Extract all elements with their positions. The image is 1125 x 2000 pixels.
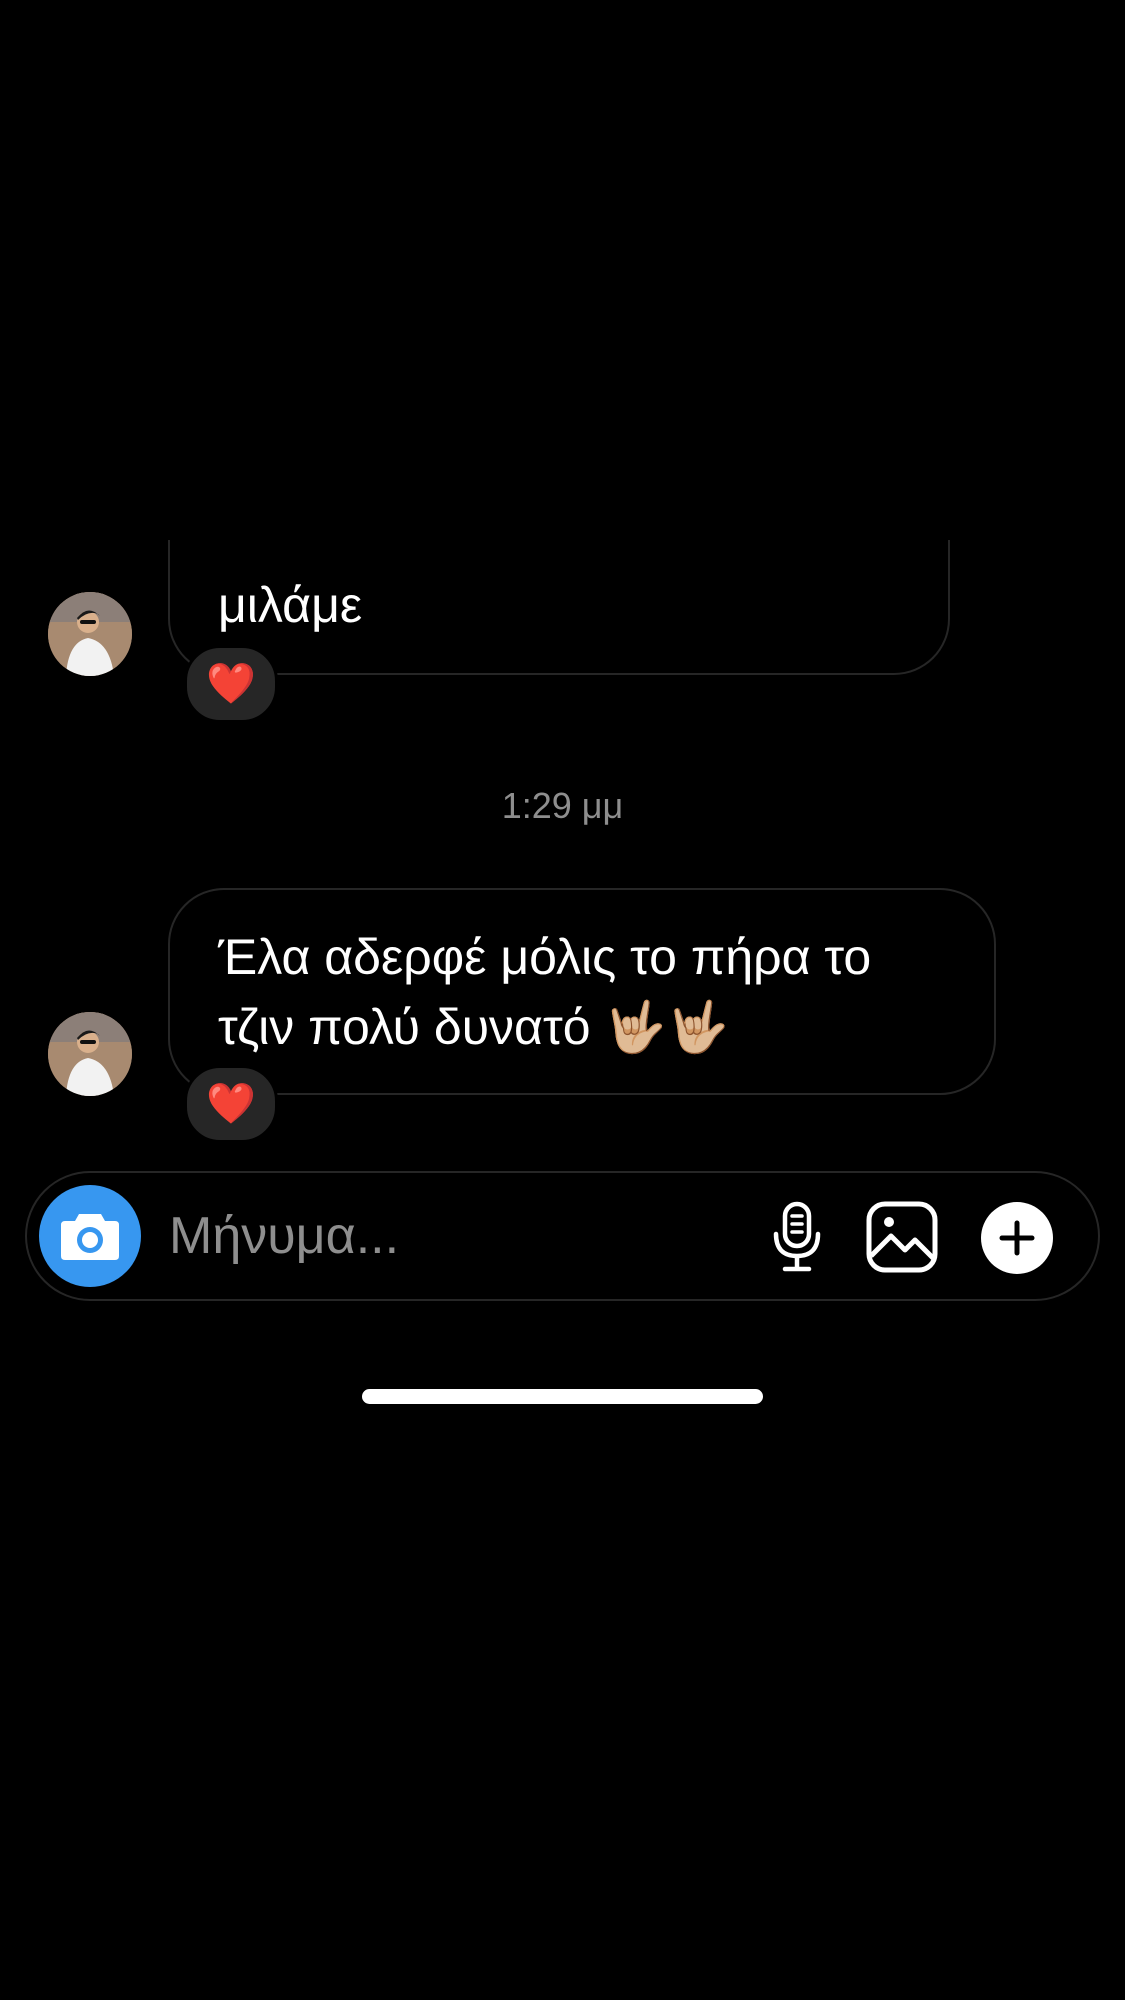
heart-reaction[interactable]: ❤️: [184, 1065, 278, 1143]
gallery-button[interactable]: [862, 1197, 942, 1277]
message-composer: [25, 1171, 1100, 1301]
avatar-photo: [48, 592, 132, 676]
plus-circle-icon: [981, 1202, 1053, 1274]
sender-avatar[interactable]: [48, 1012, 132, 1096]
camera-button[interactable]: [39, 1185, 141, 1287]
message-timestamp: 1:29 μμ: [501, 785, 624, 826]
camera-icon: [61, 1214, 119, 1260]
home-indicator[interactable]: [362, 1389, 763, 1404]
microphone-icon: [773, 1201, 821, 1272]
gallery-icon: [866, 1201, 938, 1273]
message-text-line-2: τζιν πολύ δυνατό 🤟🏼🤟🏼: [218, 999, 729, 1055]
message-input[interactable]: [169, 1203, 729, 1269]
message-text-line-1: Έλα αδερφέ μόλις το πήρα το: [218, 929, 872, 985]
sender-avatar[interactable]: [48, 592, 132, 676]
heart-icon: ❤️: [206, 662, 256, 706]
voice-message-button[interactable]: [757, 1197, 837, 1277]
message-text: μιλάμε: [218, 577, 363, 633]
heart-icon: ❤️: [206, 1082, 256, 1126]
avatar-photo: [48, 1012, 132, 1096]
heart-reaction[interactable]: ❤️: [184, 645, 278, 723]
more-actions-button[interactable]: [980, 1201, 1054, 1275]
